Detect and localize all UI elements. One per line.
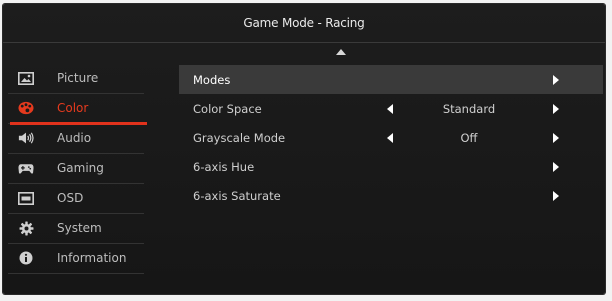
sidebar-item-label: System xyxy=(57,221,102,235)
osd-title: Game Mode - Racing xyxy=(3,4,605,43)
sidebar-item-label: Information xyxy=(57,251,127,265)
sidebar-item-system[interactable]: System xyxy=(8,214,144,244)
right-arrow-icon[interactable] xyxy=(553,104,559,114)
scroll-up-icon[interactable] xyxy=(336,49,346,55)
setting-row-6-axis-hue[interactable]: 6-axis Hue xyxy=(179,152,603,181)
picture-icon xyxy=(18,70,34,86)
osd-icon xyxy=(18,190,34,206)
right-arrow-icon[interactable] xyxy=(553,133,559,143)
speaker-icon xyxy=(18,130,34,146)
setting-row-6-axis-saturate[interactable]: 6-axis Saturate xyxy=(179,181,603,210)
setting-row-color-space[interactable]: Color Space Standard xyxy=(179,94,603,123)
right-arrow-icon[interactable] xyxy=(553,191,559,201)
sidebar-item-label: Picture xyxy=(57,71,99,85)
setting-label: Color Space xyxy=(193,102,262,116)
setting-value: Standard xyxy=(442,102,496,116)
sidebar: Picture Color Audio Gaming OSD System In… xyxy=(8,64,147,274)
left-arrow-icon[interactable] xyxy=(387,104,393,114)
setting-row-grayscale-mode[interactable]: Grayscale Mode Off xyxy=(179,123,603,152)
left-arrow-icon[interactable] xyxy=(387,133,393,143)
sidebar-item-audio[interactable]: Audio xyxy=(8,124,144,154)
gamepad-icon xyxy=(18,160,34,176)
settings-panel: Modes Color Space Standard Grayscale Mod… xyxy=(179,65,603,210)
setting-value: Off xyxy=(460,131,478,145)
setting-label: Grayscale Mode xyxy=(193,131,286,145)
sidebar-item-gaming[interactable]: Gaming xyxy=(8,154,144,184)
setting-row-modes[interactable]: Modes xyxy=(179,65,603,94)
setting-label: Modes xyxy=(193,73,231,87)
sidebar-item-label: Gaming xyxy=(57,161,104,175)
sidebar-item-picture[interactable]: Picture xyxy=(8,64,144,94)
right-arrow-icon[interactable] xyxy=(553,162,559,172)
setting-label: 6-axis Saturate xyxy=(193,189,281,203)
info-icon xyxy=(18,250,34,266)
setting-label: 6-axis Hue xyxy=(193,160,255,174)
osd-window: Game Mode - Racing Picture Color Audio G… xyxy=(3,4,605,294)
sidebar-item-label: OSD xyxy=(57,191,84,205)
right-arrow-icon[interactable] xyxy=(553,75,559,85)
sidebar-item-label: Color xyxy=(57,101,89,115)
color-palette-icon xyxy=(18,100,34,116)
sidebar-item-information[interactable]: Information xyxy=(8,244,144,274)
sidebar-item-color[interactable]: Color xyxy=(8,94,147,125)
gear-icon xyxy=(18,220,34,236)
sidebar-item-osd[interactable]: OSD xyxy=(8,184,144,214)
sidebar-item-label: Audio xyxy=(57,131,92,145)
